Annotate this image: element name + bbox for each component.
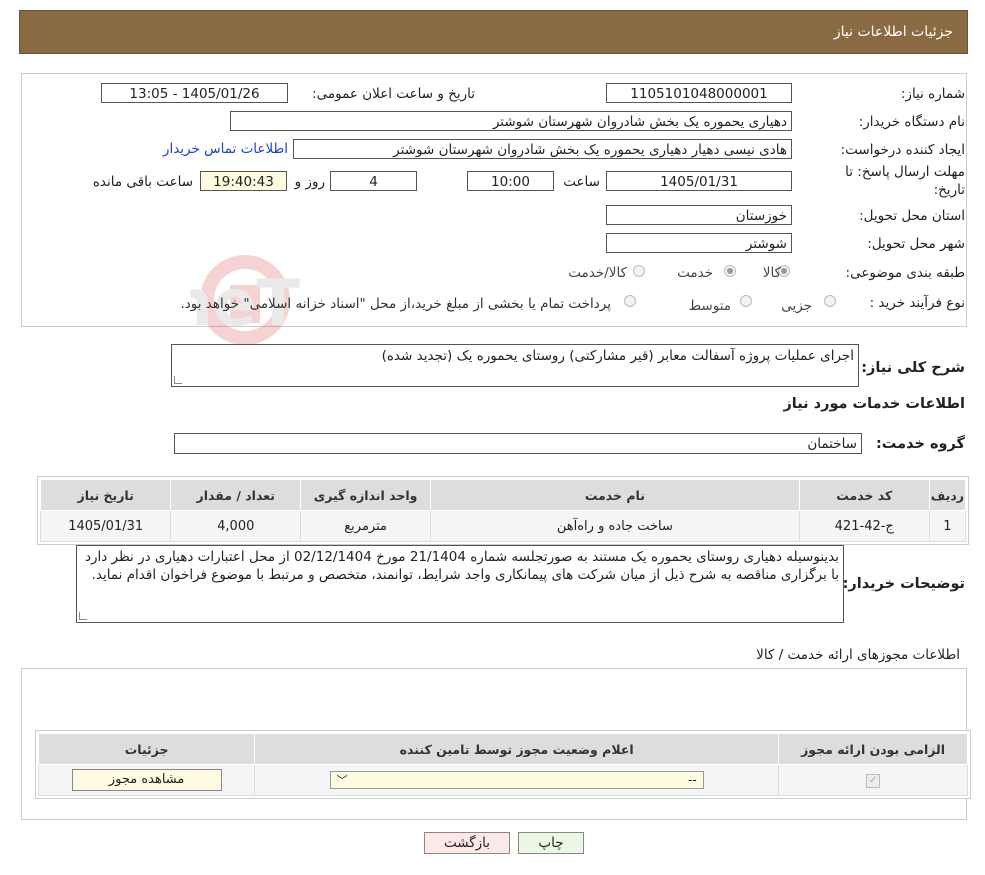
services-table-header: ردیف کد خدمت نام خدمت واحد اندازه گیری ت… <box>39 479 967 511</box>
province-label: استان محل تحویل: <box>859 208 965 224</box>
cell-permit-required: ✓ <box>778 764 968 796</box>
need-number-label: شماره نیاز: <box>900 86 965 102</box>
deadline-date-field: 1405/01/31 <box>606 171 792 191</box>
permits-table: الزامی بودن ارائه مجوز اعلام وضعیت مجوز … <box>37 733 968 796</box>
permit-status-value: -- <box>687 773 697 787</box>
category-label: طبقه بندی موضوعی: <box>845 265 965 281</box>
cell-row-number: 1 <box>928 510 967 542</box>
process-option-medium: متوسط <box>688 298 731 314</box>
category-radio-goods-service[interactable] <box>633 265 645 277</box>
view-permit-button[interactable]: مشاهده مجوز <box>71 769 222 791</box>
buyer-contact-link[interactable]: اطلاعات تماس خریدار <box>163 141 288 157</box>
print-button[interactable]: چاپ <box>518 832 584 854</box>
category-radio-service[interactable] <box>724 265 736 277</box>
requester-field: هادی نیسی دهیار دهیاری یحموره یک بخش شاد… <box>293 139 792 159</box>
summary-textarea[interactable]: اجرای عملیات پروژه آسفالت معابر (قیر مشا… <box>171 344 859 387</box>
col-permit-details: جزئیات <box>37 733 256 765</box>
col-permit-status: اعلام وضعیت مجوز توسط تامین کننده <box>254 733 780 765</box>
col-row-number: ردیف <box>928 479 967 511</box>
chevron-down-icon: ﹀ <box>336 774 348 787</box>
table-row: 1 ج-42-421 ساخت جاده و راه‌آهن مترمربع 4… <box>39 510 967 542</box>
services-section-title: اطلاعات خدمات مورد نیاز <box>783 396 965 412</box>
buyer-org-field: دهیاری یحموره یک بخش شادروان شهرستان شوش… <box>230 111 792 131</box>
col-permit-required: الزامی بودن ارائه مجوز <box>778 733 968 765</box>
deadline-time-label: ساعت <box>563 174 600 190</box>
deadline-label: مهلت ارسال پاسخ: تا تاریخ: <box>845 164 965 198</box>
back-button[interactable]: بازگشت <box>424 832 510 854</box>
category-option-goods-service: کالا/خدمت <box>568 265 627 281</box>
cell-permit-status: -- ﹀ <box>254 764 780 796</box>
buyer-notes-textarea[interactable]: بدینوسیله دهیاری روستای یحموره یک مستند … <box>76 545 844 623</box>
process-radio-minor[interactable] <box>824 295 836 307</box>
announce-datetime-field: 1405/01/26 - 13:05 <box>101 83 288 103</box>
process-option-minor: جزیی <box>781 298 812 314</box>
col-service-code: کد خدمت <box>798 479 930 511</box>
buyer-notes-label: توضیحات خریدار: <box>842 576 965 592</box>
permits-table-wrapper: الزامی بودن ارائه مجوز اعلام وضعیت مجوز … <box>35 730 971 799</box>
col-unit: واحد اندازه گیری <box>300 479 432 511</box>
col-need-date: تاریخ نیاز <box>39 479 172 511</box>
days-remaining-field: 4 <box>330 171 417 191</box>
requester-label: ایجاد کننده درخواست: <box>840 142 965 158</box>
col-service-name: نام خدمت <box>430 479 800 511</box>
page-title: جزئیات اطلاعات نیاز <box>833 24 953 40</box>
category-option-goods: کالا <box>762 265 781 281</box>
summary-label: شرح کلی نیاز: <box>861 360 965 376</box>
city-field: شوشتر <box>606 233 792 253</box>
city-label: شهر محل تحویل: <box>867 236 965 252</box>
table-row: ✓ -- ﹀ مشاهده مجوز <box>37 764 968 796</box>
announce-datetime-label: تاریخ و ساعت اعلان عمومی: <box>312 86 475 102</box>
cell-service-code: ج-42-421 <box>798 510 930 542</box>
required-checkbox[interactable]: ✓ <box>866 774 881 788</box>
services-table-wrapper: ردیف کد خدمت نام خدمت واحد اندازه گیری ت… <box>37 476 969 545</box>
page-header: جزئیات اطلاعات نیاز <box>19 10 968 54</box>
category-option-service: خدمت <box>677 265 713 281</box>
remaining-time-label: ساعت باقی مانده <box>92 174 193 190</box>
cell-need-date: 1405/01/31 <box>39 510 172 542</box>
province-field: خوزستان <box>606 205 792 225</box>
buyer-notes-text: بدینوسیله دهیاری روستای یحموره یک مستند … <box>84 549 839 583</box>
service-group-label: گروه خدمت: <box>875 436 965 452</box>
col-quantity: تعداد / مقدار <box>170 479 302 511</box>
cell-permit-details: مشاهده مجوز <box>37 764 256 796</box>
resize-grip-icon[interactable] <box>174 376 182 384</box>
permits-section-title: اطلاعات مجوزهای ارائه خدمت / کالا <box>756 647 960 663</box>
cell-service-name: ساخت جاده و راه‌آهن <box>430 510 800 542</box>
need-number-field: 1105101048000001 <box>606 83 792 103</box>
permits-table-header: الزامی بودن ارائه مجوز اعلام وضعیت مجوز … <box>37 733 968 765</box>
days-label: روز و <box>294 174 325 190</box>
services-table: ردیف کد خدمت نام خدمت واحد اندازه گیری ت… <box>39 479 967 542</box>
resize-grip-icon[interactable] <box>79 612 87 620</box>
remaining-time-field: 19:40:43 <box>200 171 287 191</box>
process-radio-treasury[interactable] <box>624 295 636 307</box>
process-radio-medium[interactable] <box>740 295 752 307</box>
cell-unit: مترمربع <box>300 510 432 542</box>
service-group-field: ساختمان <box>174 433 862 454</box>
process-treasury-note: پرداخت تمام یا بخشی از مبلغ خرید،از محل … <box>180 296 611 312</box>
summary-text: اجرای عملیات پروژه آسفالت معابر (قیر مشا… <box>381 348 854 364</box>
permit-status-select[interactable]: -- ﹀ <box>329 771 704 789</box>
cell-quantity: 4,000 <box>170 510 302 542</box>
deadline-time-field: 10:00 <box>467 171 554 191</box>
process-type-label: نوع فرآیند خرید : <box>869 295 965 311</box>
buyer-org-label: نام دستگاه خریدار: <box>858 114 965 130</box>
